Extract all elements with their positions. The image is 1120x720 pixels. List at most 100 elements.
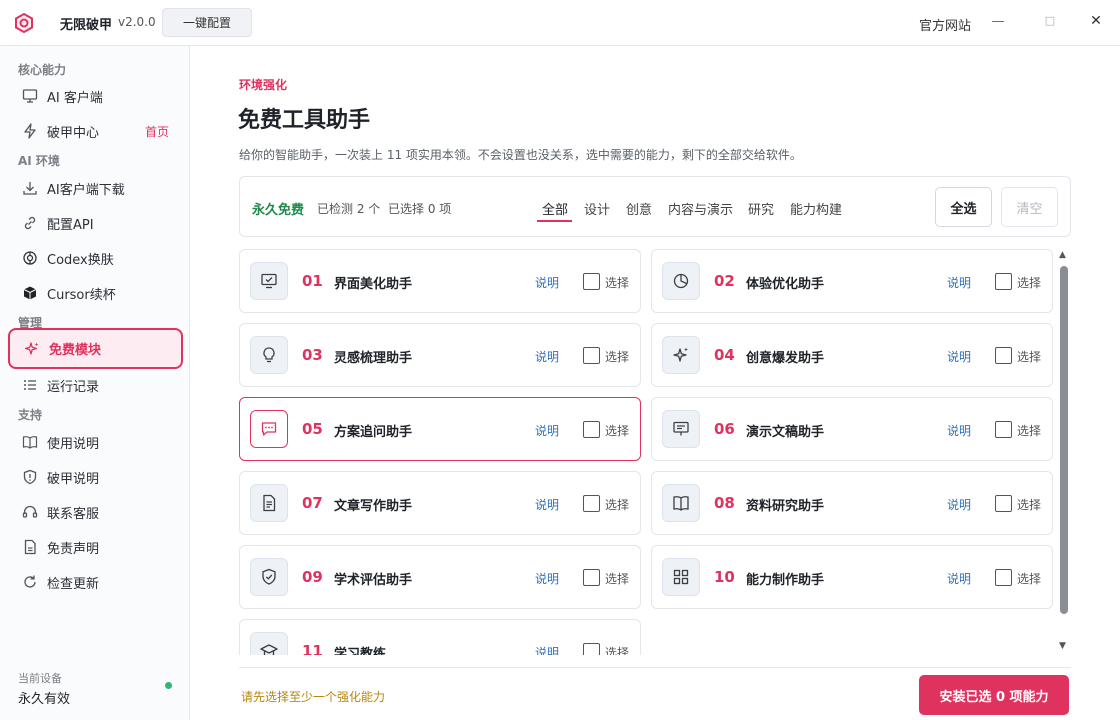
- select-checkbox[interactable]: [995, 495, 1012, 512]
- select-checkbox[interactable]: [583, 273, 600, 290]
- scroll-up-arrow-icon[interactable]: ▲: [1059, 250, 1066, 260]
- explain-link[interactable]: 说明: [947, 274, 971, 291]
- pie-icon: [662, 262, 700, 300]
- file-text-icon: [250, 484, 288, 522]
- document-icon: [21, 538, 39, 556]
- link-icon: [21, 214, 39, 232]
- select-checkbox[interactable]: [583, 421, 600, 438]
- tool-card[interactable]: 06 演示文稿助手 说明 选择: [651, 397, 1053, 461]
- tool-card[interactable]: 01 界面美化助手 说明 选择: [239, 249, 641, 313]
- sidebar-item-cursor-renew[interactable]: Cursor续杯: [8, 275, 183, 311]
- tab-creative[interactable]: 创意: [626, 199, 652, 218]
- explain-link[interactable]: 说明: [535, 422, 559, 439]
- tool-number: 03: [302, 346, 323, 364]
- sidebar-item-crack-center[interactable]: 破甲中心 首页: [8, 113, 183, 149]
- sidebar-item-free-module[interactable]: 免费模块: [8, 328, 183, 369]
- tool-name: 演示文稿助手: [746, 425, 825, 440]
- app-name: 无限破甲: [60, 18, 113, 33]
- install-selected-button[interactable]: 安装已选 0 项能力: [919, 675, 1069, 715]
- tab-design[interactable]: 设计: [584, 199, 610, 218]
- tool-number: 08: [714, 494, 735, 512]
- select-checkbox[interactable]: [995, 273, 1012, 290]
- sidebar-item-label: Codex换肤: [47, 252, 114, 268]
- scrollbar-thumb[interactable]: [1060, 266, 1068, 614]
- sidebar-item-label: AI 客户端: [47, 90, 103, 106]
- sidebar-item-label: 联系客服: [47, 506, 100, 522]
- sidebar-item-check-update[interactable]: 检查更新: [8, 564, 183, 600]
- sidebar-item-usage-guide[interactable]: 使用说明: [8, 424, 183, 460]
- tool-name: 学术评估助手: [334, 573, 413, 588]
- sidebar-item-label: 运行记录: [47, 379, 100, 395]
- select-label: 选择: [1017, 572, 1042, 586]
- explain-link[interactable]: 说明: [947, 570, 971, 587]
- select-checkbox[interactable]: [583, 495, 600, 512]
- tool-number: 05: [302, 420, 323, 438]
- sidebar-item-client-download[interactable]: AI客户端下载: [8, 170, 183, 206]
- select-label: 选择: [605, 572, 630, 586]
- page-description: 给你的智能助手，一次装上 11 项实用本领。不会设置也没关系，选中需要的能力，剩…: [239, 148, 802, 162]
- select-all-button[interactable]: 全选: [935, 187, 992, 227]
- grid-icon: [662, 558, 700, 596]
- tool-number: 02: [714, 272, 735, 290]
- select-label: 选择: [1017, 276, 1042, 290]
- explain-link[interactable]: 说明: [535, 644, 559, 655]
- book-icon: [21, 433, 39, 451]
- explain-link[interactable]: 说明: [947, 348, 971, 365]
- shield-icon: [21, 468, 39, 486]
- tool-name: 方案追问助手: [334, 425, 413, 440]
- explain-link[interactable]: 说明: [535, 348, 559, 365]
- close-button[interactable]: ✕: [1088, 13, 1104, 29]
- official-site-link[interactable]: 官方网站: [919, 15, 971, 34]
- title-bar: 无限破甲 v2.0.0 一键配置 官方网站 — □ ✕: [0, 0, 1120, 46]
- active-tab-indicator: [537, 220, 572, 222]
- tool-card[interactable]: 08 资料研究助手 说明 选择: [651, 471, 1053, 535]
- selected-count: 已选择 0 项: [388, 202, 452, 216]
- tab-all[interactable]: 全部: [542, 199, 568, 218]
- select-checkbox[interactable]: [995, 421, 1012, 438]
- select-checkbox[interactable]: [583, 347, 600, 364]
- select-checkbox[interactable]: [583, 643, 600, 655]
- one-click-config-button[interactable]: 一键配置: [162, 8, 252, 37]
- tab-capability-building[interactable]: 能力构建: [790, 199, 842, 218]
- select-checkbox[interactable]: [583, 569, 600, 586]
- footer-bar: 请先选择至少一个强化能力 安装已选 0 项能力: [239, 667, 1071, 720]
- select-checkbox[interactable]: [995, 569, 1012, 586]
- sidebar-item-disclaimer[interactable]: 免责声明: [8, 529, 183, 565]
- sidebar-item-codex-skin[interactable]: Codex换肤: [8, 240, 183, 276]
- select-label: 选择: [1017, 498, 1042, 512]
- tool-card[interactable]: 04 创意爆发助手 说明 选择: [651, 323, 1053, 387]
- sidebar-item-contact-support[interactable]: 联系客服: [8, 494, 183, 530]
- sidebar-item-ai-client[interactable]: AI 客户端: [8, 78, 183, 114]
- monitor-icon: [21, 87, 39, 105]
- tool-card[interactable]: 11 学习教练 说明 选择: [239, 619, 641, 655]
- tool-card[interactable]: 02 体验优化助手 说明 选择: [651, 249, 1053, 313]
- explain-link[interactable]: 说明: [535, 496, 559, 513]
- explain-link[interactable]: 说明: [535, 570, 559, 587]
- sidebar-item-config-api[interactable]: 配置API: [8, 205, 183, 241]
- screen-check-icon: [250, 262, 288, 300]
- tool-number: 01: [302, 272, 323, 290]
- explain-link[interactable]: 说明: [947, 422, 971, 439]
- scroll-down-arrow-icon[interactable]: ▼: [1059, 641, 1066, 651]
- tab-research[interactable]: 研究: [748, 199, 774, 218]
- refresh-icon: [21, 573, 39, 591]
- explain-link[interactable]: 说明: [535, 274, 559, 291]
- explain-link[interactable]: 说明: [947, 496, 971, 513]
- sidebar-item-run-log[interactable]: 运行记录: [8, 367, 183, 403]
- tool-card[interactable]: 03 灵感梳理助手 说明 选择: [239, 323, 641, 387]
- maximize-button[interactable]: □: [1042, 14, 1058, 30]
- tool-card[interactable]: 09 学术评估助手 说明 选择: [239, 545, 641, 609]
- detected-count: 已检测 2 个: [317, 202, 381, 216]
- current-device-label: 当前设备: [18, 672, 62, 685]
- presentation-icon: [662, 410, 700, 448]
- tool-card[interactable]: 10 能力制作助手 说明 选择: [651, 545, 1053, 609]
- select-checkbox[interactable]: [995, 347, 1012, 364]
- sidebar-item-crack-guide[interactable]: 破甲说明: [8, 459, 183, 495]
- minimize-button[interactable]: —: [990, 14, 1006, 30]
- select-label: 选择: [605, 424, 630, 438]
- tab-content-presentation[interactable]: 内容与演示: [668, 199, 733, 218]
- tool-name: 灵感梳理助手: [334, 351, 413, 366]
- clear-button[interactable]: 清空: [1001, 187, 1058, 227]
- tool-card[interactable]: 07 文章写作助手 说明 选择: [239, 471, 641, 535]
- tool-card[interactable]: 05 方案追问助手 说明 选择: [239, 397, 641, 461]
